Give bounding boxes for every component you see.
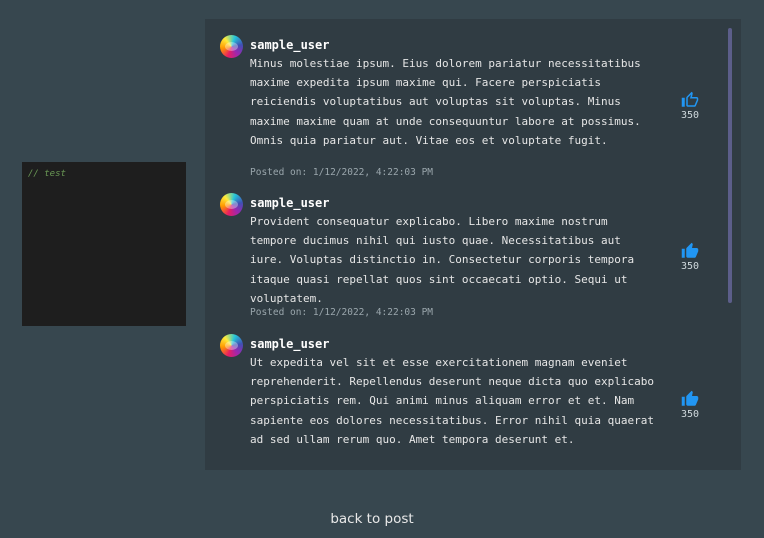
code-editor[interactable]: // test bbox=[22, 162, 186, 326]
comment-timestamp: Posted on: 1/12/2022, 4:22:03 PM bbox=[250, 167, 434, 178]
comment-item: sample_user Minus molestiae ipsum. Eius … bbox=[220, 35, 720, 200]
comment-username: sample_user bbox=[250, 38, 330, 52]
thumbs-up-icon bbox=[681, 390, 699, 406]
like-button[interactable]: 350 bbox=[675, 242, 705, 272]
comment-text: Minus molestiae ipsum. Eius dolorem pari… bbox=[250, 57, 641, 147]
avatar bbox=[220, 35, 243, 58]
comment-username: sample_user bbox=[250, 196, 330, 210]
comment-timestamp: Posted on: 1/12/2022, 4:22:03 PM bbox=[250, 307, 434, 318]
like-button[interactable]: 350 bbox=[675, 91, 705, 121]
thumbs-up-icon bbox=[681, 242, 699, 258]
comment-username: sample_user bbox=[250, 337, 330, 351]
comment-item: sample_user Provident consequatur explic… bbox=[220, 193, 720, 323]
scrollbar[interactable] bbox=[728, 28, 732, 303]
comments-panel[interactable]: sample_user Minus molestiae ipsum. Eius … bbox=[205, 19, 741, 470]
comment-text: Provident consequatur explicabo. Libero … bbox=[250, 215, 635, 305]
avatar bbox=[220, 334, 243, 357]
like-count: 350 bbox=[680, 110, 700, 121]
comment-item: sample_user Ut expedita vel sit et esse … bbox=[220, 334, 720, 470]
like-button[interactable]: 350 bbox=[675, 390, 705, 420]
like-count: 350 bbox=[680, 409, 700, 420]
code-line: // test bbox=[28, 169, 66, 179]
like-count: 350 bbox=[680, 261, 700, 272]
avatar bbox=[220, 193, 243, 216]
back-to-post-link[interactable]: back to post bbox=[0, 511, 744, 527]
thumbs-up-outline-icon bbox=[681, 91, 699, 107]
comment-text: Ut expedita vel sit et esse exercitation… bbox=[250, 356, 654, 446]
